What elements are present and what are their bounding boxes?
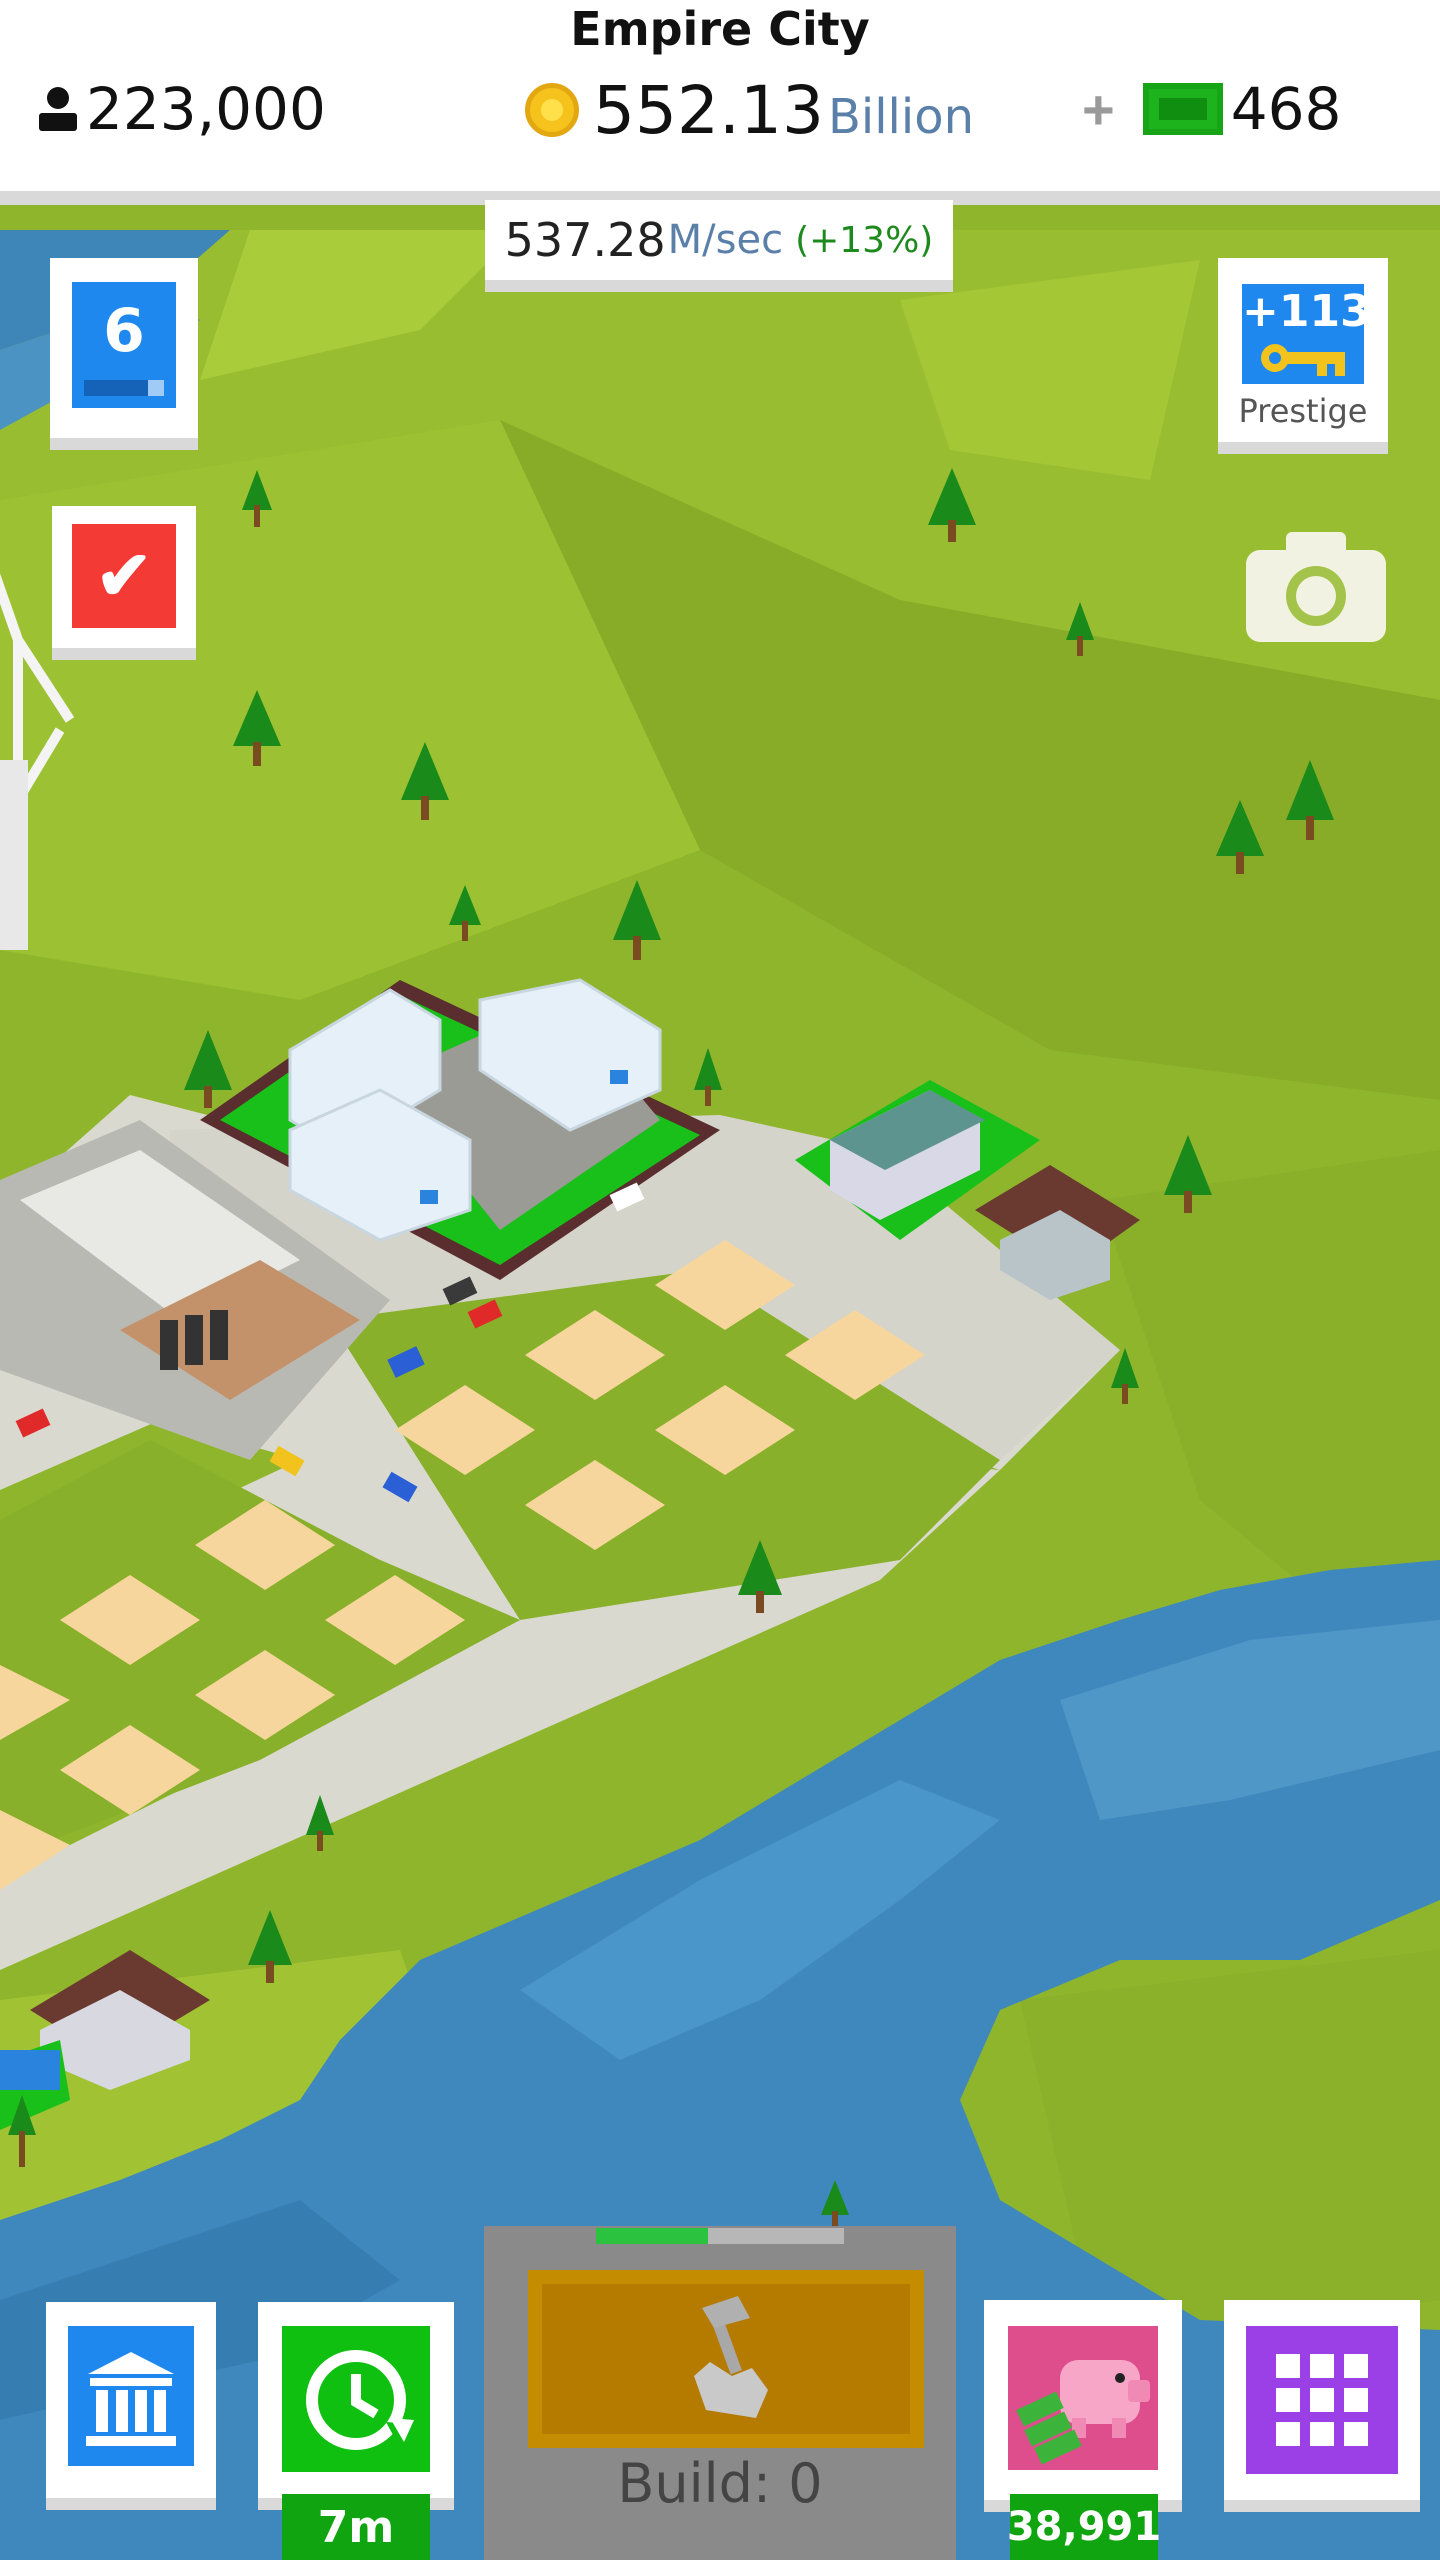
cash-icon — [1142, 83, 1223, 135]
coin-icon — [525, 83, 579, 137]
cash-counter[interactable]: + 468 — [1082, 75, 1342, 143]
money-unit: Billion — [827, 89, 974, 145]
tasks-button[interactable]: ✔ — [52, 506, 196, 660]
level-button[interactable]: 6 — [50, 258, 198, 450]
prestige-button[interactable]: +113 Prestige — [1218, 258, 1388, 454]
build-progress-bar — [596, 2228, 844, 2244]
piggy-bank-button[interactable] — [984, 2300, 1182, 2512]
money-counter: 552.13 Billion — [525, 71, 974, 149]
add-cash-button[interactable]: + — [1082, 77, 1115, 142]
population-value: 223,000 — [86, 75, 326, 143]
person-icon — [39, 87, 77, 131]
bank-button[interactable] — [46, 2302, 216, 2510]
level-progress-bar — [84, 380, 164, 396]
hammer-hand-icon — [694, 2296, 768, 2418]
piggy-bank-icon — [1016, 2360, 1150, 2465]
offline-earnings-button[interactable] — [258, 2302, 454, 2510]
prestige-value: +113 — [1242, 286, 1371, 337]
top-status-bar: Empire City 223,000 552.13 Billion + 468 — [0, 0, 1440, 205]
income-bonus: (+13%) — [795, 219, 934, 261]
bank-icon — [86, 2352, 176, 2446]
build-progress-fill — [596, 2228, 708, 2244]
income-rate: 537.28 M/sec (+13%) — [485, 200, 953, 292]
clock-refresh-icon — [306, 2350, 414, 2450]
menu-button[interactable] — [1224, 2300, 1420, 2512]
check-icon: ✔ — [95, 537, 153, 614]
key-icon — [1261, 344, 1345, 376]
population-counter: 223,000 — [36, 75, 326, 143]
piggy-bank-amount: 38,991 — [1007, 2494, 1161, 2560]
level-progress-fill — [84, 380, 148, 396]
income-value: 537.28 — [504, 213, 666, 267]
build-button[interactable]: Build: 0 — [484, 2226, 956, 2560]
camera-icon[interactable] — [1246, 526, 1386, 642]
offline-time: 7m — [282, 2494, 430, 2560]
grid-menu-icon — [1276, 2354, 1368, 2446]
income-unit: M/sec — [667, 217, 784, 263]
money-value: 552.13 — [593, 71, 824, 149]
level-number: 6 — [103, 296, 145, 366]
city-name[interactable]: Empire City — [0, 2, 1440, 56]
prestige-label: Prestige — [1238, 392, 1368, 430]
cash-amount: 468 — [1230, 75, 1342, 143]
build-label: Build: 0 — [617, 2452, 823, 2515]
